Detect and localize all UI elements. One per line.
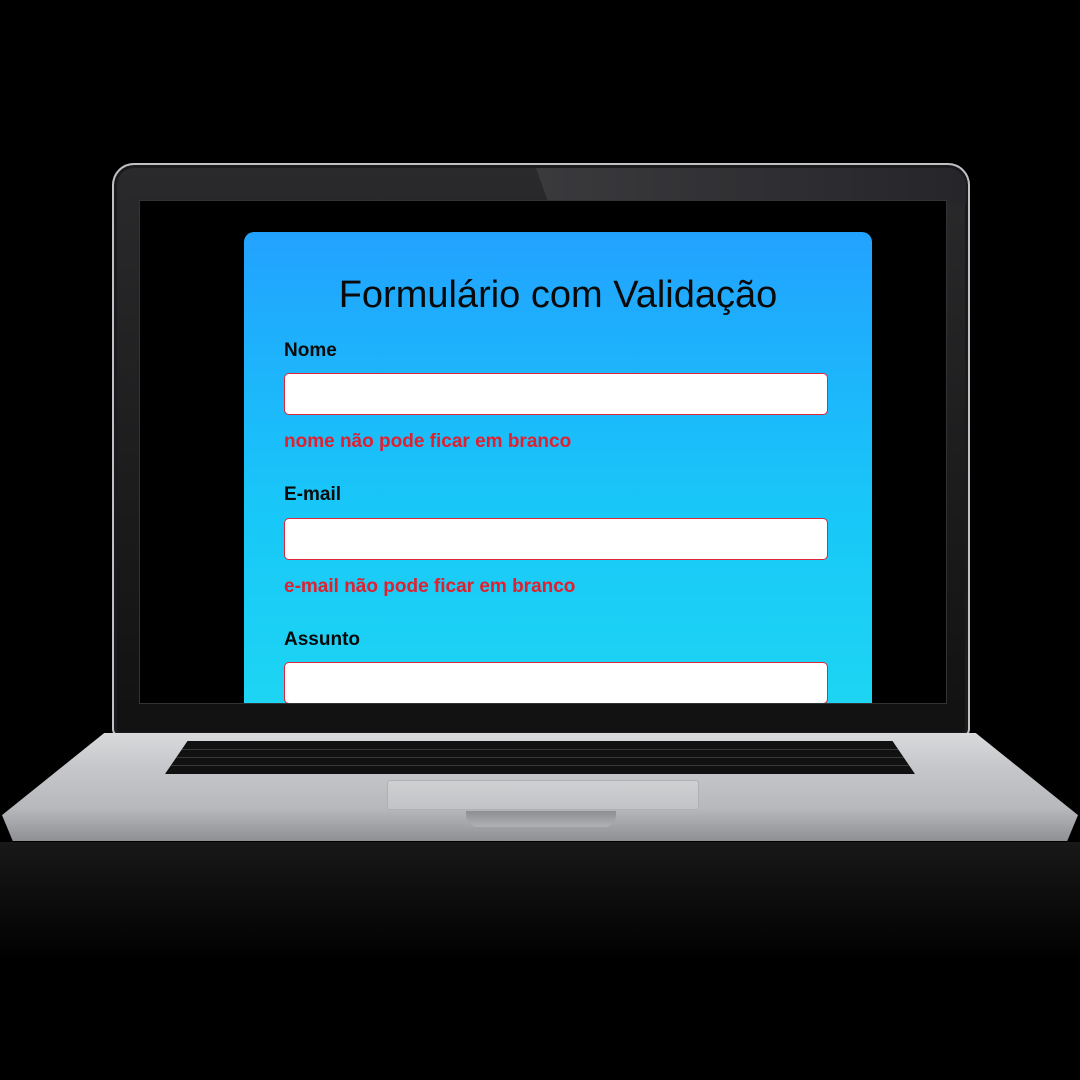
trackpad [387, 780, 699, 810]
nome-error: nome não pode ficar em branco [284, 431, 572, 452]
form-title: Formulário com Validação [338, 274, 778, 316]
lid-notch [466, 811, 616, 827]
laptop-screen: Formulário com Validação Nome nome não p… [139, 200, 947, 704]
form-card: Formulário com Validação Nome nome não p… [244, 232, 872, 703]
email-input[interactable] [284, 518, 828, 560]
email-label: E-mail [284, 484, 342, 505]
keyboard [165, 741, 915, 774]
nome-input[interactable] [284, 373, 828, 415]
email-error: e-mail não pode ficar em branco [284, 576, 576, 597]
lid-glare [536, 168, 966, 204]
assunto-input[interactable] [284, 662, 828, 703]
assunto-label: Assunto [284, 629, 360, 650]
nome-label: Nome [284, 340, 337, 361]
laptop-reflection [0, 842, 1080, 1042]
